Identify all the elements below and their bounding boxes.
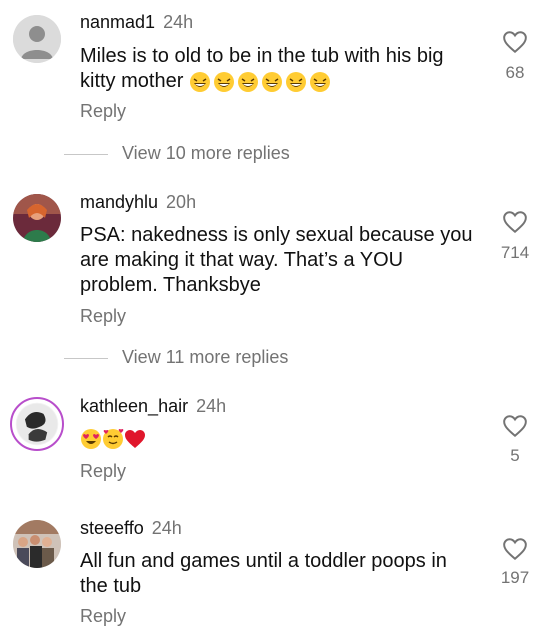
- reply-button[interactable]: Reply: [80, 101, 126, 122]
- username[interactable]: kathleen_hair: [80, 396, 188, 416]
- like-button[interactable]: [500, 537, 530, 561]
- laughing-emoji-icon: [285, 71, 306, 92]
- timestamp: 20h: [166, 192, 197, 212]
- like-count: 5: [510, 446, 520, 465]
- profile-photo-icon: [15, 402, 59, 446]
- laughing-emoji-icon: [189, 71, 210, 92]
- timestamp: 24h: [196, 396, 227, 416]
- red-heart-icon: [125, 429, 145, 448]
- like-button[interactable]: [500, 210, 530, 234]
- comment-text: [80, 426, 480, 451]
- reply-button[interactable]: Reply: [80, 306, 126, 327]
- avatar[interactable]: [13, 194, 61, 242]
- like-count: 68: [505, 63, 525, 82]
- reply-button[interactable]: Reply: [80, 461, 126, 482]
- comment-text: All fun and games until a toddler poops …: [80, 550, 447, 597]
- laughing-emoji-icon: [261, 71, 282, 92]
- laughing-emoji-group: [189, 71, 331, 93]
- laughing-emoji-icon: [309, 71, 330, 92]
- timestamp: 24h: [163, 12, 194, 32]
- like-count: 714: [500, 243, 530, 262]
- smiling-face-with-hearts-icon: [103, 428, 124, 449]
- default-avatar-icon: [13, 15, 61, 63]
- username[interactable]: nanmad1: [80, 12, 155, 32]
- heart-outline-icon: [503, 538, 527, 561]
- comment-meta: nanmad1 24h: [80, 12, 193, 33]
- heart-eyes-emoji-icon: [81, 428, 101, 449]
- username[interactable]: mandyhlu: [80, 192, 158, 212]
- view-more-label: View 10 more replies: [122, 143, 290, 163]
- comment-meta: mandyhlu 20h: [80, 192, 196, 213]
- heart-outline-icon: [503, 415, 527, 438]
- laughing-emoji-icon: [237, 71, 258, 92]
- like-button[interactable]: [500, 414, 530, 438]
- reply-button[interactable]: Reply: [80, 606, 126, 627]
- comment-meta: kathleen_hair 24h: [80, 396, 226, 417]
- comment-text: PSA: nakedness is only sexual because yo…: [80, 224, 473, 296]
- avatar[interactable]: [10, 397, 64, 451]
- comment-text: Miles is to old to be in the tub with hi…: [80, 44, 480, 94]
- emoji-group: [80, 428, 146, 450]
- view-more-replies[interactable]: View 10 more replies: [64, 143, 290, 164]
- timestamp: 24h: [151, 518, 182, 538]
- username[interactable]: steeeffo: [80, 518, 144, 538]
- profile-photo-icon: [13, 194, 61, 242]
- comment-meta: steeeffo 24h: [80, 518, 182, 539]
- profile-photo-icon: [13, 520, 61, 568]
- like-count: 197: [500, 568, 530, 587]
- avatar[interactable]: [13, 520, 61, 568]
- heart-outline-icon: [503, 211, 527, 234]
- avatar[interactable]: [13, 15, 61, 63]
- view-more-label: View 11 more replies: [122, 347, 289, 367]
- like-button[interactable]: [500, 30, 530, 54]
- divider: [64, 153, 108, 155]
- divider: [64, 357, 108, 359]
- heart-outline-icon: [503, 31, 527, 54]
- view-more-replies[interactable]: View 11 more replies: [64, 347, 288, 368]
- laughing-emoji-icon: [213, 71, 234, 92]
